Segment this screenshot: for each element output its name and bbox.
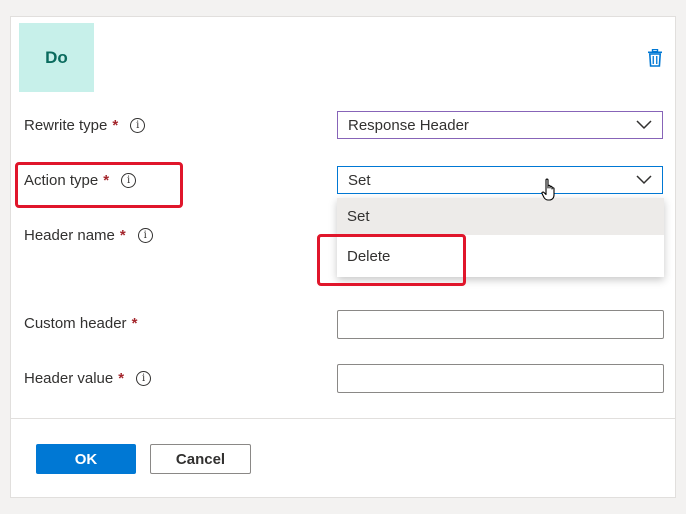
rewrite-type-text: Rewrite type — [24, 117, 108, 134]
required-marker: * — [112, 117, 119, 134]
header-value-input[interactable] — [337, 364, 664, 393]
action-type-label: Action type * i — [24, 172, 137, 189]
chevron-down-icon — [636, 175, 652, 185]
trash-icon[interactable] — [645, 47, 665, 69]
menu-item-delete[interactable]: Delete — [337, 238, 664, 275]
do-tile: Do — [19, 23, 94, 92]
footer-divider — [11, 418, 675, 419]
rewrite-type-dropdown[interactable]: Response Header — [337, 111, 663, 139]
header-value-label: Header value * i — [24, 370, 152, 387]
header-name-label: Header name * i — [24, 227, 153, 244]
rewrite-type-value: Response Header — [348, 116, 469, 134]
rewrite-type-label: Rewrite type * i — [24, 117, 146, 134]
header-name-text: Header name — [24, 227, 115, 244]
rewrite-action-panel: Do Rewrite type * i Response Header Acti… — [10, 16, 676, 498]
chevron-down-icon — [636, 120, 652, 130]
menu-item-set[interactable]: Set — [337, 198, 664, 235]
menu-item-set-label: Set — [347, 208, 370, 225]
action-type-value: Set — [348, 171, 371, 189]
required-marker: * — [103, 172, 110, 189]
hand-pointer-cursor — [541, 178, 555, 201]
action-type-text: Action type — [24, 172, 99, 189]
ok-button[interactable]: OK — [36, 444, 136, 474]
required-marker: * — [119, 227, 126, 244]
custom-header-label: Custom header * — [24, 315, 137, 332]
info-icon[interactable]: i — [121, 173, 137, 188]
required-marker: * — [118, 370, 125, 387]
menu-item-delete-label: Delete — [347, 248, 391, 265]
header-value-text: Header value — [24, 370, 114, 387]
cancel-button[interactable]: Cancel — [150, 444, 251, 474]
info-icon[interactable]: i — [136, 371, 152, 386]
action-type-menu: Set Delete — [337, 198, 664, 277]
do-tile-label: Do — [45, 47, 68, 67]
custom-header-input[interactable] — [337, 310, 664, 339]
info-icon[interactable]: i — [130, 118, 146, 133]
info-icon[interactable]: i — [137, 228, 153, 243]
custom-header-text: Custom header — [24, 315, 127, 332]
required-marker: * — [131, 315, 138, 332]
action-type-dropdown[interactable]: Set — [337, 166, 663, 194]
